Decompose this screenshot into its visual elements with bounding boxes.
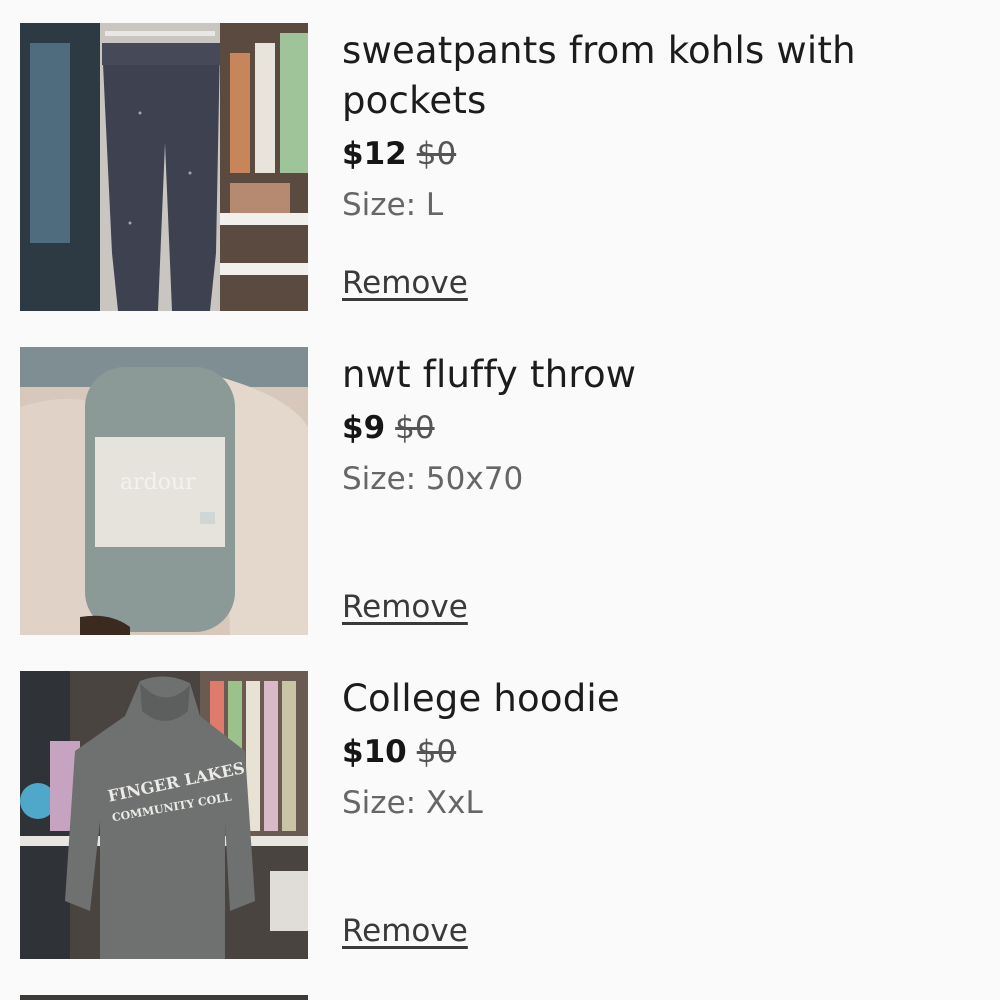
item-price: $9: [342, 410, 386, 446]
item-size: Size: 50x70: [342, 461, 524, 497]
remove-button[interactable]: Remove: [342, 913, 468, 949]
item-price: $12: [342, 136, 407, 172]
item-image[interactable]: ardour: [20, 347, 308, 635]
item-photo-icon: [20, 995, 308, 1000]
item-original-price: $0: [395, 410, 435, 446]
item-title[interactable]: sweatpants from kohls with pockets: [342, 26, 962, 126]
item-original-price: $0: [416, 734, 457, 770]
cart-item: ardour nwt fluffy throw $9 $0 Size: 50x70…: [20, 347, 980, 635]
cart-item: FINGER LAKES COMMUNITY COLL College hood…: [20, 671, 980, 959]
remove-button[interactable]: Remove: [342, 265, 468, 301]
price-row: $10 $0: [342, 728, 962, 776]
hoodie-photo-icon: FINGER LAKES COMMUNITY COLL: [20, 671, 308, 959]
cart-item: sweatpants from kohls with pockets $12 $0…: [20, 23, 980, 311]
item-info: nwt fluffy throw $9 $0 Size: 50x70 Remove: [342, 347, 962, 635]
cart-item-partial: [20, 995, 980, 1000]
item-title[interactable]: College hoodie: [342, 674, 962, 724]
sweatpants-photo-icon: [20, 23, 308, 311]
item-size: Size: XxL: [342, 785, 483, 821]
item-original-price: $0: [416, 136, 457, 172]
throw-blanket-photo-icon: ardour: [20, 347, 308, 635]
blanket-label-text: ardour: [120, 470, 196, 495]
item-info: College hoodie $10 $0 Size: XxL Remove: [342, 671, 962, 959]
item-price: $10: [342, 734, 407, 770]
price-row: $12 $0: [342, 130, 962, 178]
item-title[interactable]: nwt fluffy throw: [342, 350, 962, 400]
item-image[interactable]: [20, 23, 308, 311]
remove-button[interactable]: Remove: [342, 589, 468, 625]
item-size: Size: L: [342, 187, 444, 223]
item-info: sweatpants from kohls with pockets $12 $0…: [342, 23, 962, 311]
price-row: $9 $0: [342, 404, 962, 452]
cart-item-list: sweatpants from kohls with pockets $12 $0…: [0, 0, 1000, 1000]
item-image[interactable]: FINGER LAKES COMMUNITY COLL: [20, 671, 308, 959]
item-image[interactable]: [20, 995, 308, 1000]
